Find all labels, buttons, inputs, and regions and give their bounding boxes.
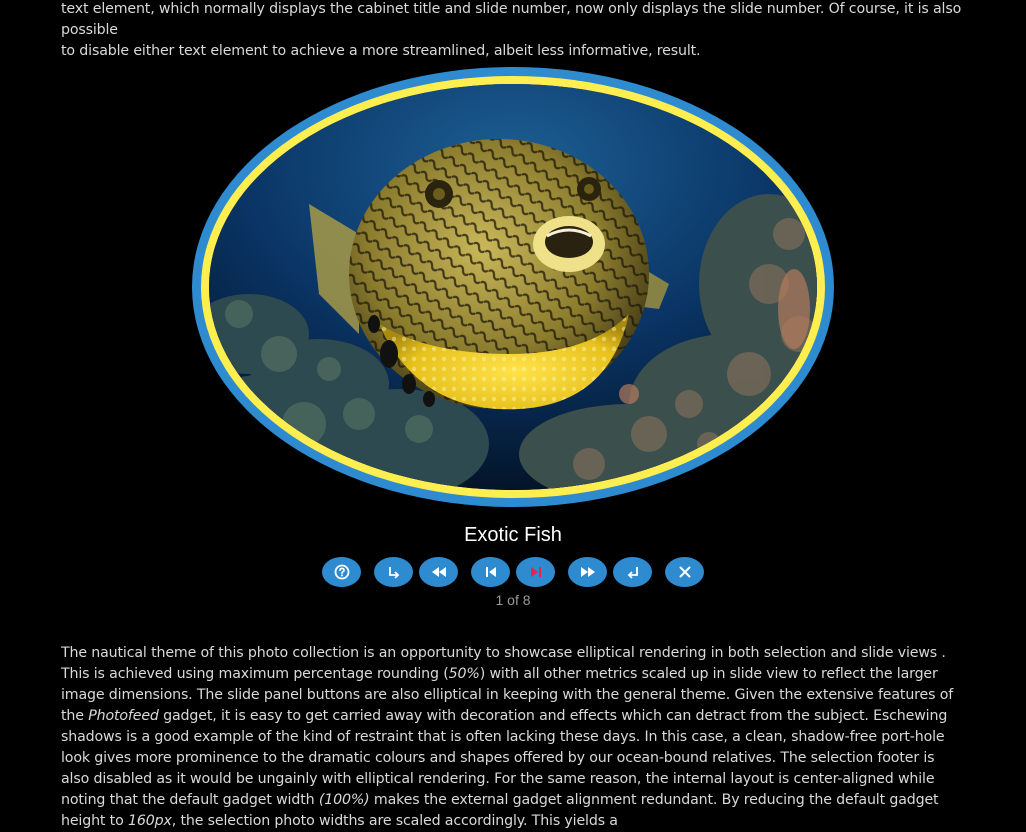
intro-paragraph: text element, which normally displays th… — [61, 0, 966, 62]
description-paragraph: The nautical theme of this photo collect… — [61, 643, 966, 832]
skip-back-icon — [485, 567, 496, 577]
arrow-down-right-icon — [388, 567, 399, 579]
fast-forward-button[interactable] — [568, 557, 607, 587]
body-em-2: Photofeed — [88, 708, 159, 724]
body-text-5: , the selection photo widths are scaled … — [171, 813, 618, 829]
pufferfish-image — [209, 84, 817, 490]
slide-photo[interactable] — [209, 84, 817, 490]
help-button[interactable] — [322, 557, 361, 587]
slide-caption: Exotic Fish — [464, 524, 562, 546]
close-button[interactable] — [665, 557, 704, 587]
body-em-1: 50% — [448, 666, 480, 682]
rewind-icon — [431, 567, 446, 577]
return-button[interactable] — [613, 557, 652, 587]
play-pause-button[interactable] — [516, 557, 555, 587]
question-circle-icon — [334, 564, 349, 580]
play-pause-icon — [530, 567, 541, 577]
intro-line-2: to disable either text element to achiev… — [61, 43, 701, 59]
close-icon — [679, 566, 690, 578]
body-em-3: (100%) — [318, 792, 370, 808]
body-em-4: 160px — [128, 813, 172, 829]
first-slide-button[interactable] — [471, 557, 510, 587]
return-arrow-icon — [627, 567, 638, 579]
intro-line-1: text element, which normally displays th… — [61, 1, 962, 38]
rewind-button[interactable] — [419, 557, 458, 587]
exit-slide-view-button[interactable] — [374, 557, 413, 587]
fast-forward-icon — [580, 567, 595, 577]
slide-counter: 1 of 8 — [495, 592, 531, 608]
